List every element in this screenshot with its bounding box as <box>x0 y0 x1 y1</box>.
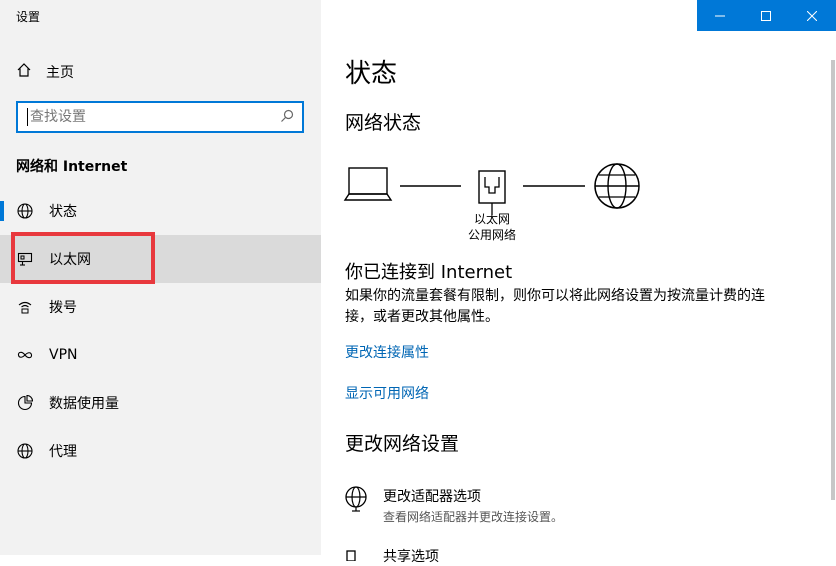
data-usage-icon <box>16 394 34 412</box>
home-icon <box>16 62 46 82</box>
vpn-icon <box>16 346 34 364</box>
home-button[interactable]: 主页 <box>16 62 74 82</box>
search-icon[interactable] <box>280 108 294 127</box>
change-connection-properties-link[interactable]: 更改连接属性 <box>345 342 429 362</box>
connected-description: 如果你的流量套餐有限制，则你可以将此网络设置为按流量计费的连接，或者更改其他属性… <box>345 288 765 325</box>
sidebar-item-label: 数据使用量 <box>49 396 119 412</box>
sidebar-item-label: 拨号 <box>49 300 77 316</box>
sidebar-item-data-usage[interactable]: 数据使用量 <box>0 379 321 427</box>
sharing-options-button[interactable]: 共享选项 <box>345 546 439 566</box>
scrollbar[interactable] <box>831 60 835 500</box>
search-box[interactable] <box>16 101 304 133</box>
sidebar-item-label: 状态 <box>49 204 77 220</box>
sidebar-item-dialup[interactable]: 拨号 <box>0 283 321 331</box>
sidebar-item-vpn[interactable]: VPN <box>0 331 321 379</box>
section-title: 网络和 Internet <box>16 159 128 175</box>
proxy-globe-icon <box>16 442 34 460</box>
globe-icon <box>16 202 34 220</box>
change-adapter-options-button[interactable]: 更改适配器选项 查看网络适配器并更改连接设置。 <box>345 486 563 525</box>
maximize-icon <box>761 6 771 25</box>
sidebar-item-status[interactable]: 状态 <box>0 187 321 235</box>
sidebar-item-proxy[interactable]: 代理 <box>0 427 321 475</box>
adapter-options-desc: 查看网络适配器并更改连接设置。 <box>383 510 564 524</box>
page-title: 状态 <box>345 59 398 89</box>
sidebar-item-label: 代理 <box>49 444 77 460</box>
adapter-options-title: 更改适配器选项 <box>383 489 481 505</box>
show-available-networks-link[interactable]: 显示可用网络 <box>345 383 429 403</box>
sidebar-item-label: VPN <box>49 347 78 363</box>
app-title: 设置 <box>16 10 41 24</box>
search-input[interactable] <box>28 108 280 126</box>
dialup-icon <box>16 298 34 316</box>
network-status-heading: 网络状态 <box>345 112 422 134</box>
maximize-button[interactable] <box>743 0 789 31</box>
window-controls <box>697 0 836 31</box>
sharing-icon <box>345 546 369 566</box>
close-icon <box>806 6 818 25</box>
adapter-name-label: 以太网 <box>473 212 510 226</box>
connected-heading: 你已连接到 Internet <box>345 262 513 283</box>
close-button[interactable] <box>789 0 835 31</box>
annotation-highlight-box <box>11 232 155 284</box>
minimize-button[interactable] <box>697 0 743 31</box>
internet-globe-icon <box>594 163 640 209</box>
sharing-options-title: 共享选项 <box>383 549 439 565</box>
minimize-icon <box>715 6 725 25</box>
ethernet-adapter-icon <box>478 170 506 215</box>
pc-icon <box>343 167 393 201</box>
sidebar: 设置 主页 网络和 Internet 状态 以太网 拨号 <box>0 0 321 555</box>
active-indicator <box>0 201 4 221</box>
home-label: 主页 <box>46 65 74 81</box>
network-type-label: 公用网络 <box>467 228 516 242</box>
adapter-globe-icon <box>345 486 369 525</box>
change-network-settings-heading: 更改网络设置 <box>345 433 460 455</box>
